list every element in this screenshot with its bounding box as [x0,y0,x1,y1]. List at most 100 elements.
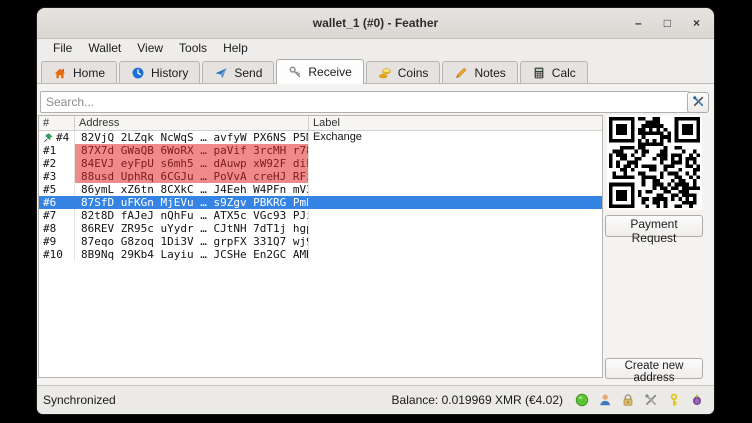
table-row[interactable]: #9 87eqo G8zoq 1Di3V … grpFX 331Q7 wj9kv [39,235,602,248]
tab-receive[interactable]: Receive [276,59,363,84]
table-row[interactable]: #6 87SfD uFKGn MjEVu … s9Zgv PBKRG Pmb89 [39,196,602,209]
table-row[interactable]: #2 84EVJ eyFpU s6mh5 … dAuwp xW92F diF9T [39,157,602,170]
index-label: #5 [43,183,56,196]
window-controls: – □ × [635,8,700,38]
address-cell: 87eqo G8zoq 1Di3V … grpFX 331Q7 wj9kv [75,235,309,248]
address-index: #10 [39,248,75,261]
tab-label: Send [234,66,262,80]
menu-wallet[interactable]: Wallet [80,40,129,56]
index-label: #9 [43,235,56,248]
index-label: #3 [43,170,56,183]
lock-icon[interactable] [621,393,635,407]
address-cell: 88usd UphRq 6CGJu … PoVvA creHJ RFirF [75,170,309,183]
index-label: #10 [43,248,63,261]
menu-tools[interactable]: Tools [171,40,215,56]
address-index: #1 [39,144,75,157]
key-icon[interactable] [667,393,681,407]
address-table: #AddressLabel #4 82VjQ 2LZqk NcWqS … avfy… [38,115,603,378]
address-cell: 84EVJ eyFpU s6mh5 … dAuwp xW92F diF9T [75,157,309,170]
titlebar[interactable]: wallet_1 (#0) - Feather – □ × [37,8,714,39]
screen-background: wallet_1 (#0) - Feather – □ × FileWalletVi… [0,0,752,423]
menu-help[interactable]: Help [215,40,256,56]
index-label: #2 [43,157,56,170]
minimize-button[interactable]: – [635,17,642,29]
receive-icon [288,65,302,79]
table-row[interactable]: #8 86REV ZR95c uYydr … CJtNH 7dT1j hgp9N [39,222,602,235]
table-row[interactable]: #3 88usd UphRq 6CGJu … PoVvA creHJ RFirF [39,170,602,183]
address-index: #3 [39,170,75,183]
tab-home[interactable]: Home [41,61,117,83]
label-cell [309,209,602,222]
search-options-button[interactable] [687,92,709,113]
label-cell [309,196,602,209]
search-input[interactable] [40,91,690,113]
address-index: #9 [39,235,75,248]
table-row[interactable]: #187X7d GWaQB 6WoRX … paVif 3rcMH r78DN [39,144,602,157]
tab-label: Notes [474,66,505,80]
coins-icon [378,66,392,80]
status-right: Balance: 0.019969 XMR (€4.02) [392,393,704,407]
tab-history[interactable]: History [119,61,200,83]
tab-label: Coins [398,66,429,80]
table-header: #AddressLabel [39,116,602,131]
address-index: #5 [39,183,75,196]
address-cell: 82VjQ 2LZqk NcWqS … avfyW PX6NS P5MC6 [75,131,309,144]
address-index: #7 [39,209,75,222]
table-row[interactable]: #7 82t8D fAJeJ nQhFu … ATX5c VGc93 PJiST [39,209,602,222]
receive-page: #AddressLabel #4 82VjQ 2LZqk NcWqS … avfy… [37,84,714,385]
send-icon [214,66,228,80]
tor-onion-icon[interactable] [690,393,704,407]
table-row[interactable]: #586ymL xZ6tn 8CXkC … J4Eeh W4PFn mV3oT [39,183,602,196]
app-window: wallet_1 (#0) - Feather – □ × FileWalletVi… [37,8,714,414]
column-header-label[interactable]: Label [309,116,602,130]
account-icon[interactable] [598,393,612,407]
label-cell [309,248,602,261]
close-button[interactable]: × [693,17,700,29]
tab-calc[interactable]: Calc [520,61,588,83]
tools-icon[interactable] [644,393,658,407]
index-label: #8 [43,222,56,235]
menu-file[interactable]: File [45,40,80,56]
index-label: #4 [56,131,69,144]
label-cell [309,235,602,248]
tab-label: History [151,66,188,80]
tab-coins[interactable]: Coins [366,61,441,83]
create-new-address-button[interactable]: Create new address [605,358,703,379]
tab-label: Home [73,66,105,80]
window-title: wallet_1 (#0) - Feather [37,8,714,38]
payment-request-button[interactable]: Payment Request [605,215,703,237]
column-header-num[interactable]: # [39,116,75,130]
maximize-button[interactable]: □ [664,17,671,29]
index-label: #6 [43,196,56,209]
table-row[interactable]: #108B9Nq 29Kb4 Layiu … JCSHe En2GC AMKFo [39,248,602,261]
qr-code[interactable] [607,115,702,210]
home-icon [53,66,67,80]
tab-bar: Home History Send Receive Coins Notes Calc [37,57,714,84]
calc-icon [532,66,546,80]
sync-status-text: Synchronized [43,393,116,407]
address-cell: 87SfD uFKGn MjEVu … s9Zgv PBKRG Pmb89 [75,196,309,209]
tab-label: Receive [308,65,351,79]
menu-view[interactable]: View [129,40,171,56]
index-label: #1 [43,144,56,157]
history-icon [131,66,145,80]
address-index: #2 [39,157,75,170]
label-cell [309,183,602,196]
address-index: #8 [39,222,75,235]
table-row[interactable]: #4 82VjQ 2LZqk NcWqS … avfyW PX6NS P5MC6E… [39,131,602,144]
index-label: #7 [43,209,56,222]
tab-send[interactable]: Send [202,61,274,83]
address-cell: 82t8D fAJeJ nQhFu … ATX5c VGc93 PJiST [75,209,309,222]
pin-icon [43,132,54,143]
column-header-address[interactable]: Address [75,116,309,130]
address-cell: 86REV ZR95c uYydr … CJtNH 7dT1j hgp9N [75,222,309,235]
tab-notes[interactable]: Notes [442,61,517,83]
status-bar: Synchronized Balance: 0.019969 XMR (€4.0… [37,385,714,414]
label-cell [309,170,602,183]
notes-icon [454,66,468,80]
menubar: FileWalletViewToolsHelp [37,39,714,57]
status-led-icon[interactable] [575,393,589,407]
address-index: #6 [39,196,75,209]
table-body: #4 82VjQ 2LZqk NcWqS … avfyW PX6NS P5MC6E… [39,131,602,261]
label-cell: Exchange [309,131,602,144]
